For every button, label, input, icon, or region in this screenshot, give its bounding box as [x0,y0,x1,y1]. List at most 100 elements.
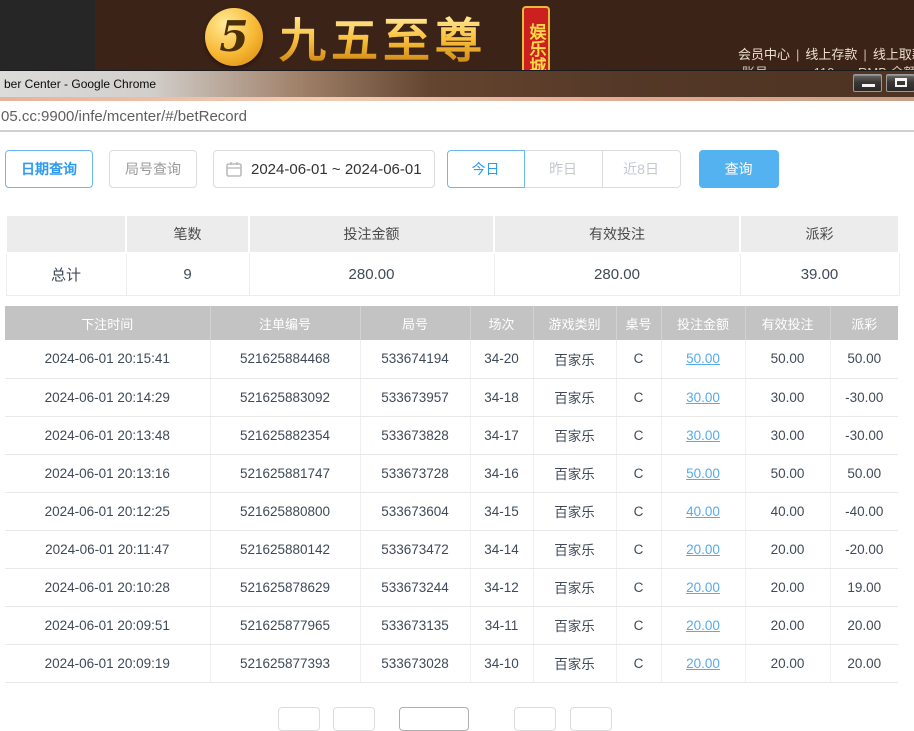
cell-payout: 19.00 [830,568,898,607]
cell-session: 34-17 [470,416,534,455]
summary-header-cell: 笔数 [125,214,250,254]
cell-game-type: 百家乐 [533,416,617,455]
cell-order-id: 521625877965 [210,606,361,645]
minimize-icon [862,84,875,87]
logo-title: 九五至尊 [279,2,487,70]
table-row: 2024-06-01 20:12:25 521625880800 533673604… [5,492,898,531]
cell-game-type: 百家乐 [533,606,617,645]
cell-round-id: 533674194 [360,340,471,379]
summary-total-cell: 9 [125,252,250,296]
cell-bet-time: 2024-06-01 20:13:48 [5,416,211,455]
cell-bet-amount: 20.00 [661,606,746,645]
account-line: 账号 110 RMB 余额 [742,62,914,70]
cell-table-id: C [616,416,662,455]
search-button[interactable]: 查询 [698,150,779,188]
cell-round-id: 533673957 [360,378,471,417]
summary-header-cell: 有效投注 [493,214,741,254]
calendar-icon [226,162,242,177]
date-range-input[interactable]: 2024-06-01 ~ 2024-06-01 [213,150,435,188]
bet-amount-link[interactable]: 20.00 [686,618,720,633]
cell-payout: -40.00 [830,492,898,531]
bet-column-header: 投注金额 [661,306,746,340]
cell-bet-amount: 40.00 [661,492,746,531]
table-row: 2024-06-01 20:09:19 521625877393 533673028… [5,644,898,683]
cell-game-type: 百家乐 [533,568,617,607]
nav-withdraw[interactable]: 线上取款 [873,47,914,62]
pager-first-button[interactable] [278,707,320,731]
pager-last-button[interactable] [570,707,612,731]
cell-table-id: C [616,644,662,683]
cell-order-id: 521625878629 [210,568,361,607]
cell-valid-bet: 20.00 [745,644,831,683]
nav-member-center[interactable]: 会员中心 [738,47,790,62]
cell-order-id: 521625880142 [210,530,361,569]
bet-record-table: 下注时间 注单编号 局号 场次 游戏类别 桌号 投注金额 有效投注 派彩 2024-06-01 … [5,306,898,683]
window-title: ber Center - Google Chrome [4,77,157,91]
bet-column-header: 场次 [470,306,534,340]
bet-amount-link[interactable]: 20.00 [686,542,720,557]
bet-amount-link[interactable]: 50.00 [686,351,720,366]
bet-amount-link[interactable]: 30.00 [686,390,720,405]
cell-bet-amount: 20.00 [661,530,746,569]
cell-bet-time: 2024-06-01 20:15:41 [5,340,211,379]
logo-badge: 娱乐城 [522,6,550,70]
cell-bet-time: 2024-06-01 20:09:19 [5,644,211,683]
cell-game-type: 百家乐 [533,340,617,379]
pager-prev-button[interactable] [333,707,375,731]
maximize-button[interactable] [886,74,914,92]
cell-bet-amount: 20.00 [661,568,746,607]
bet-amount-link[interactable]: 30.00 [686,428,720,443]
table-row: 2024-06-01 20:09:51 521625877965 533673135… [5,606,898,645]
bet-record-page: 日期查询 局号查询 2024-06-01 ~ 2024-06-01 今日 昨日 … [0,134,914,731]
cell-order-id: 521625877393 [210,644,361,683]
cell-round-id: 533673028 [360,644,471,683]
bet-amount-link[interactable]: 40.00 [686,504,720,519]
round-query-tab[interactable]: 局号查询 [109,150,197,188]
cell-session: 34-12 [470,568,534,607]
cell-table-id: C [616,492,662,531]
cell-payout: -20.00 [830,530,898,569]
url-text[interactable]: 05.cc:9900/infe/mcenter/#/betRecord [1,108,247,125]
today-button[interactable]: 今日 [446,150,525,188]
summary-header-cell [5,214,127,254]
date-query-tab[interactable]: 日期查询 [5,150,93,188]
bet-amount-link[interactable]: 50.00 [686,466,720,481]
table-row: 2024-06-01 20:10:28 521625878629 533673244… [5,568,898,607]
table-row: 2024-06-01 20:13:16 521625881747 533673728… [5,454,898,493]
bet-amount-link[interactable]: 20.00 [686,580,720,595]
cell-table-id: C [616,606,662,645]
cell-game-type: 百家乐 [533,378,617,417]
cell-payout: 50.00 [830,454,898,493]
cell-bet-amount: 30.00 [661,416,746,455]
bet-column-header: 游戏类别 [533,306,617,340]
cell-order-id: 521625882354 [210,416,361,455]
last-8-days-button[interactable]: 近8日 [602,150,681,188]
bet-column-header: 下注时间 [5,306,211,340]
nav-deposit[interactable]: 线上存款 [805,47,857,62]
cell-round-id: 533673472 [360,530,471,569]
maximize-icon [895,78,907,87]
cell-round-id: 533673135 [360,606,471,645]
cell-valid-bet: 30.00 [745,378,831,417]
pager-page-select[interactable] [399,707,469,731]
bet-column-header: 有效投注 [745,306,831,340]
quick-range-group: 今日 昨日 近8日 [446,150,681,188]
site-header: 5 九五至尊 娱乐城 会员中心 | 线上存款 | 线上取款 账号 110 RMB 余额 [0,0,914,70]
address-bar[interactable]: 05.cc:9900/infe/mcenter/#/betRecord [0,101,914,132]
summary-header-row: 笔数 投注金额 有效投注 派彩 [5,214,900,254]
cell-bet-time: 2024-06-01 20:13:16 [5,454,211,493]
bet-amount-link[interactable]: 20.00 [686,656,720,671]
yesterday-button[interactable]: 昨日 [524,150,603,188]
cell-session: 34-11 [470,606,534,645]
summary-table: 笔数 投注金额 有效投注 派彩 总计 9 280.00 280.00 39.00 [5,214,900,296]
window-titlebar[interactable]: ber Center - Google Chrome [0,70,914,97]
bet-column-header: 桌号 [616,306,662,340]
date-range-value: 2024-06-01 ~ 2024-06-01 [251,160,422,178]
cell-session: 34-10 [470,644,534,683]
table-row: 2024-06-01 20:13:48 521625882354 533673828… [5,416,898,455]
summary-total-cell: 39.00 [739,252,900,296]
pager-next-button[interactable] [514,707,556,731]
cell-payout: -30.00 [830,378,898,417]
minimize-button[interactable] [853,74,882,92]
cell-order-id: 521625883092 [210,378,361,417]
